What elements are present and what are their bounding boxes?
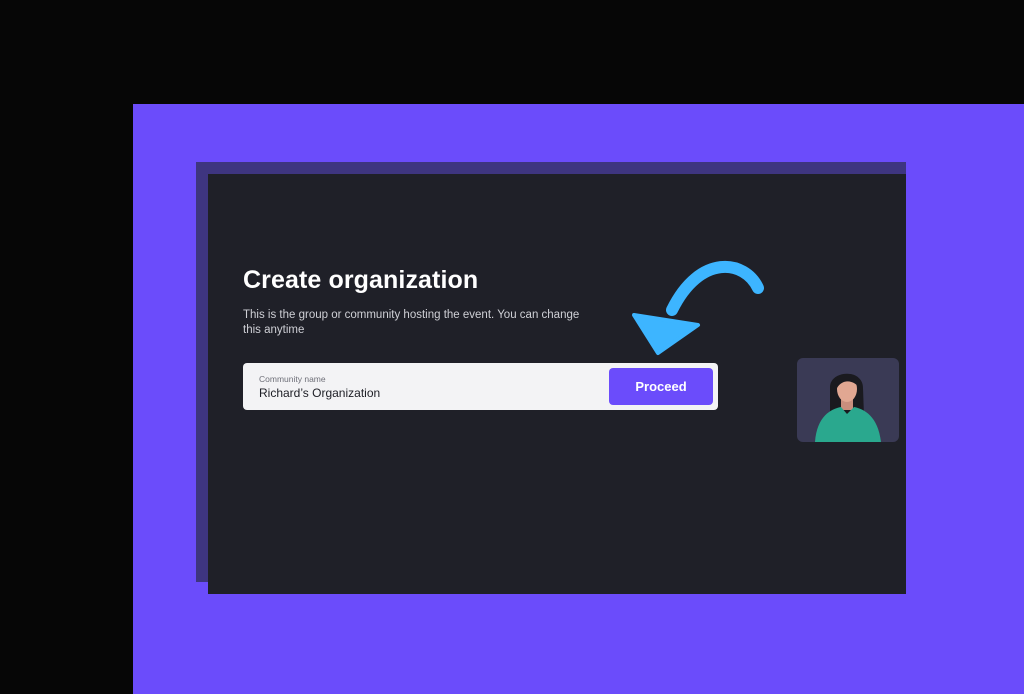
page-subtitle: This is the group or community hosting t…: [243, 309, 580, 336]
curved-arrow-icon: [632, 261, 764, 355]
community-name-label: Community name: [259, 374, 326, 384]
proceed-button[interactable]: Proceed: [609, 368, 713, 405]
community-name-field[interactable]: Community name Richard’s Organization Pr…: [243, 363, 718, 410]
page-title: Create organization: [243, 266, 479, 294]
community-name-input[interactable]: Richard’s Organization: [259, 386, 380, 400]
person-avatar-icon: [815, 373, 881, 442]
participant-video-tile: [797, 358, 899, 442]
